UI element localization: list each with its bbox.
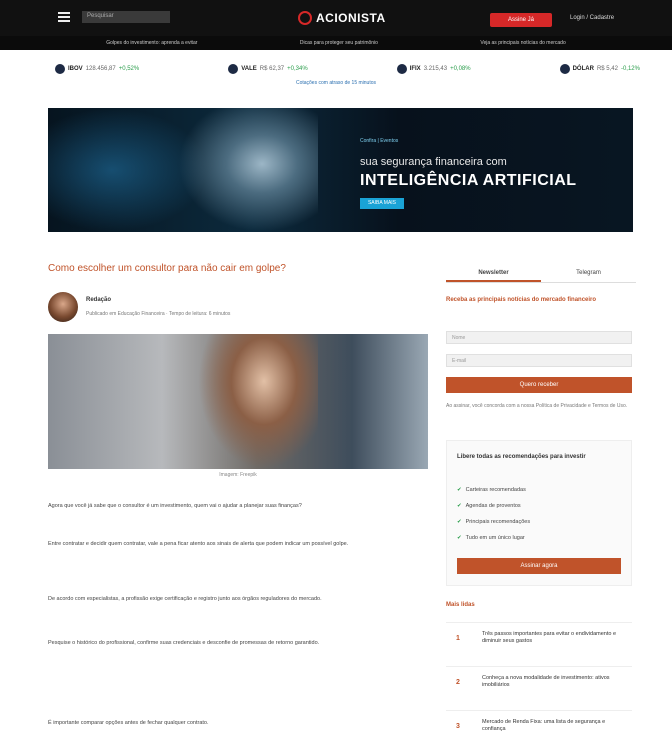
article-paragraph: De acordo com especialistas, a profissão… bbox=[48, 596, 322, 602]
check-icon: ✔ bbox=[457, 535, 462, 541]
search-input[interactable]: Pesquisar bbox=[82, 11, 170, 23]
news-rank: 3 bbox=[456, 723, 460, 730]
quote-change: +0,08% bbox=[450, 66, 471, 72]
list-item: ✔ Carteiras recomendadas bbox=[457, 487, 526, 493]
sidebar-tabs: Newsletter Telegram bbox=[446, 265, 636, 283]
news-link[interactable]: Três passos importantes para evitar o en… bbox=[482, 631, 626, 645]
article-paragraph: Pesquise o histórico do profissional, co… bbox=[48, 640, 320, 646]
quote-symbol: VALE bbox=[241, 66, 257, 72]
quote-change: -0,12% bbox=[620, 66, 640, 72]
author-meta: Publicado em Educação Financeira · Tempo… bbox=[86, 311, 231, 317]
quote-item[interactable]: IFIX 3.215,43 +0,08% bbox=[396, 64, 471, 74]
quote-item[interactable]: DÓLAR R$ 5,42 -0,12% bbox=[559, 64, 640, 74]
list-item: ✔ Tudo em um único lugar bbox=[457, 535, 525, 541]
most-read-title: Mais lidas bbox=[446, 602, 475, 608]
article-headline: Como escolher um consultor para não cair… bbox=[48, 263, 286, 274]
news-item[interactable]: 1 Três passos importantes para evitar o … bbox=[446, 622, 632, 658]
banner-cta-button[interactable]: SAIBA MAIS bbox=[360, 198, 404, 209]
quote-icon bbox=[55, 64, 65, 74]
name-field[interactable]: Nome bbox=[446, 331, 632, 344]
news-link[interactable]: Mercado de Renda Fixa: uma lista de segu… bbox=[482, 719, 626, 733]
quote-symbol: DÓLAR bbox=[572, 66, 594, 72]
quote-icon bbox=[559, 64, 570, 74]
article-paragraph: Agora que você já sabe que o consultor é… bbox=[48, 503, 302, 509]
quotes-bar: IBOV 128.456,87 +0,52% VALE R$ 62,37 +0,… bbox=[55, 60, 640, 78]
quote-icon bbox=[228, 64, 239, 74]
quote-change: +0,52% bbox=[118, 66, 140, 72]
article-hero-image bbox=[48, 334, 428, 469]
list-item: ✔ Principais recomendações bbox=[457, 519, 530, 525]
quotes-note[interactable]: Cotações com atraso de 15 minutos bbox=[0, 80, 672, 86]
list-item-label: Principais recomendações bbox=[465, 519, 531, 525]
news-link[interactable]: Conheça a nova modalidade de investiment… bbox=[482, 675, 626, 689]
recommendations-box: Libere todas as recomendações para inves… bbox=[446, 440, 632, 586]
tab-telegram[interactable]: Telegram bbox=[541, 265, 636, 282]
quote-item[interactable]: IBOV 128.456,87 +0,52% bbox=[55, 64, 139, 74]
quote-change: +0,34% bbox=[287, 66, 308, 72]
article-paragraph: Entre contratar e decidir quem contratar… bbox=[48, 541, 349, 547]
check-icon: ✔ bbox=[457, 519, 462, 525]
news-rank: 2 bbox=[456, 679, 460, 686]
ticker-item[interactable]: Veja as principais notícias do mercado bbox=[480, 40, 565, 46]
list-item-label: Agendas de proventos bbox=[465, 503, 521, 509]
subscribe-now-button[interactable]: Assinar agora bbox=[457, 558, 621, 574]
news-item[interactable]: 2 Conheça a nova modalidade de investime… bbox=[446, 666, 632, 702]
quote-symbol: IFIX bbox=[409, 66, 421, 72]
top-bar: Pesquisar ACIONISTA Assine Já Login / Ca… bbox=[0, 0, 672, 36]
newsletter-title: Receba as principais notícias do mercado… bbox=[446, 297, 597, 303]
subscribe-button[interactable]: Assine Já bbox=[490, 13, 552, 27]
author-avatar[interactable] bbox=[48, 292, 78, 322]
list-item-label: Tudo em um único lugar bbox=[465, 535, 525, 541]
quote-value: 128.456,87 bbox=[85, 66, 116, 72]
banner-kicker: Confira | Eventos bbox=[360, 138, 399, 144]
ticker-item[interactable]: Golpes do investimento: aprenda a evitar bbox=[106, 40, 197, 46]
news-rank: 1 bbox=[456, 635, 460, 642]
article-paragraph: É importante comparar opções antes de fe… bbox=[48, 720, 209, 726]
ticker-strip: Golpes do investimento: aprenda a evitar… bbox=[0, 36, 672, 50]
list-item: ✔ Agendas de proventos bbox=[457, 503, 521, 509]
check-icon: ✔ bbox=[457, 503, 462, 509]
newsletter-note: Ao assinar, você concorda com a nossa Po… bbox=[446, 403, 628, 409]
hero-figure bbox=[198, 334, 318, 469]
quote-value: R$ 5,42 bbox=[596, 66, 618, 72]
login-link[interactable]: Login / Cadastre bbox=[570, 15, 614, 21]
site-logo[interactable]: ACIONISTA bbox=[298, 7, 386, 29]
check-icon: ✔ bbox=[457, 487, 462, 493]
menu-icon[interactable] bbox=[58, 12, 70, 22]
ticker-item[interactable]: Dicas para proteger seu patrimônio bbox=[300, 40, 378, 46]
newsletter-submit-button[interactable]: Quero receber bbox=[446, 377, 632, 393]
quote-icon bbox=[396, 64, 407, 74]
banner-robot-face-image bbox=[178, 108, 318, 232]
hero-caption: Imagem: Freepik bbox=[219, 472, 257, 478]
ad-banner[interactable]: Confira | Eventos sua segurança financei… bbox=[48, 108, 633, 232]
email-field[interactable]: E-mail bbox=[446, 354, 632, 367]
logo-text: ACIONISTA bbox=[316, 11, 386, 25]
quote-item[interactable]: VALE R$ 62,37 +0,34% bbox=[228, 64, 308, 74]
quote-symbol: IBOV bbox=[68, 66, 83, 72]
recommendations-title: Libere todas as recomendações para inves… bbox=[457, 454, 586, 460]
logo-mark-icon bbox=[298, 11, 312, 25]
banner-subtitle: sua segurança financeira com bbox=[360, 156, 507, 168]
list-item-label: Carteiras recomendadas bbox=[465, 487, 526, 493]
author-name[interactable]: Redação bbox=[86, 297, 111, 303]
tab-newsletter[interactable]: Newsletter bbox=[446, 265, 541, 282]
quote-value: 3.215,43 bbox=[423, 66, 448, 72]
quote-value: R$ 62,37 bbox=[259, 66, 285, 72]
banner-title: INTELIGÊNCIA ARTIFICIAL bbox=[360, 172, 577, 189]
news-item[interactable]: 3 Mercado de Renda Fixa: uma lista de se… bbox=[446, 710, 632, 746]
